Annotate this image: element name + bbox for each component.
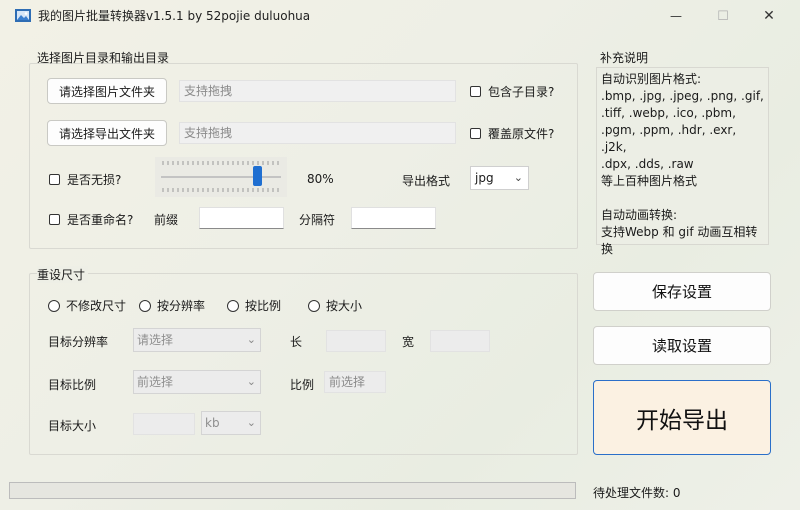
notes-line: .pgm, .ppm, .hdr, .exr, .j2k, (601, 123, 740, 154)
length-input[interactable] (326, 330, 386, 352)
choose-image-folder-button[interactable]: 请选择图片文件夹 (47, 78, 167, 104)
radio-circle[interactable] (48, 299, 60, 312)
radio-label: 不修改尺寸 (66, 299, 127, 313)
export-format-select[interactable]: jpg ⌄ (470, 166, 529, 190)
target-ratio-label: 目标比例 (48, 378, 97, 392)
target-ratio-select[interactable]: 前选择 ⌄ (133, 370, 261, 394)
target-size-label: 目标大小 (48, 419, 97, 433)
notes-line: 支持Webp 和 gif 动画互相转 (601, 225, 758, 239)
radio-no-resize[interactable]: 不修改尺寸 (48, 297, 126, 314)
start-export-button[interactable]: 开始导出 (593, 380, 771, 455)
image-folder-input[interactable]: 支持拖拽 (179, 80, 456, 102)
size-unit-value: kb (205, 416, 220, 430)
radio-label: 按比例 (245, 299, 282, 313)
close-button[interactable]: ✕ (746, 3, 792, 29)
quality-value: 80% (307, 172, 334, 186)
slider-ticks (161, 161, 281, 192)
chevron-down-icon: ⌄ (513, 171, 523, 184)
separator-input[interactable] (351, 207, 436, 229)
target-resolution-select[interactable]: 请选择 ⌄ (133, 328, 261, 352)
notes-line: .tiff, .webp, .ico, .pbm, (601, 106, 736, 120)
maximize-icon: ☐ (717, 8, 729, 24)
checkbox-box[interactable] (49, 174, 60, 185)
radio-by-size[interactable]: 按大小 (308, 297, 362, 314)
width-input[interactable] (430, 330, 490, 352)
output-folder-input[interactable]: 支持拖拽 (179, 122, 456, 144)
include-subdirs-checkbox[interactable]: 包含子目录? (470, 83, 554, 100)
progress-bar (9, 482, 576, 499)
checkbox-box[interactable] (49, 214, 60, 225)
lossless-label: 是否无损? (67, 173, 122, 187)
pending-files-count: 待处理文件数: 0 (593, 486, 681, 500)
title-bar: 我的图片批量转换器v1.5.1 by 52pojie duluohua — ☐ … (0, 0, 800, 32)
minimize-icon: — (670, 9, 682, 23)
radio-circle[interactable] (308, 299, 320, 312)
close-icon: ✕ (763, 8, 775, 24)
radio-circle[interactable] (227, 299, 239, 312)
length-label: 长 (290, 335, 303, 349)
notes-line: .dpx, .dds, .raw (601, 157, 694, 171)
save-settings-button[interactable]: 保存设置 (593, 272, 771, 311)
window-title: 我的图片批量转换器v1.5.1 by 52pojie duluohua (38, 9, 311, 23)
slider-thumb[interactable] (252, 166, 262, 186)
notes-line: 等上百种图片格式 (601, 174, 698, 188)
slider-track (161, 176, 281, 178)
include-subdirs-label: 包含子目录? (488, 85, 555, 99)
chevron-down-icon: ⌄ (246, 416, 256, 429)
overwrite-label: 覆盖原文件? (488, 127, 555, 141)
export-format-label: 导出格式 (402, 174, 451, 188)
checkbox-box[interactable] (470, 86, 481, 97)
dirs-group-title: 选择图片目录和输出目录 (37, 51, 170, 65)
size-unit-select[interactable]: kb ⌄ (201, 411, 261, 435)
notes-line: 换 (601, 242, 614, 256)
prefix-input[interactable] (199, 207, 284, 229)
app-icon (15, 9, 31, 22)
checkbox-box[interactable] (470, 128, 481, 139)
choose-output-folder-button[interactable]: 请选择导出文件夹 (47, 120, 167, 146)
export-format-value: jpg (475, 171, 494, 185)
load-settings-button[interactable]: 读取设置 (593, 326, 771, 365)
ratio-label: 比例 (290, 378, 315, 392)
radio-by-ratio[interactable]: 按比例 (227, 297, 281, 314)
overwrite-checkbox[interactable]: 覆盖原文件? (470, 125, 554, 142)
target-size-input[interactable] (133, 413, 195, 435)
maximize-button[interactable]: ☐ (700, 3, 746, 29)
quality-slider[interactable] (155, 157, 287, 197)
notes-line: 自动识别图片格式: (601, 72, 702, 86)
chevron-down-icon: ⌄ (246, 333, 256, 346)
ratio-input[interactable]: 前选择 (324, 371, 386, 393)
target-resolution-value: 请选择 (137, 333, 174, 347)
resize-group-title: 重设尺寸 (37, 266, 89, 283)
radio-label: 按分辨率 (157, 299, 206, 313)
lossless-checkbox[interactable]: 是否无损? (49, 171, 121, 188)
rename-label: 是否重命名? (67, 213, 134, 227)
radio-circle[interactable] (139, 299, 151, 312)
notes-line (601, 190, 764, 207)
notes-panel: 自动识别图片格式: .bmp, .jpg, .jpeg, .png, .gif,… (596, 67, 769, 256)
app-window: 我的图片批量转换器v1.5.1 by 52pojie duluohua — ☐ … (0, 0, 800, 510)
radio-label: 按大小 (326, 299, 363, 313)
minimize-button[interactable]: — (653, 3, 699, 29)
notes-title: 补充说明 (600, 51, 649, 65)
notes-line: .bmp, .jpg, .jpeg, .png, .gif, (601, 89, 764, 103)
target-resolution-label: 目标分辨率 (48, 335, 109, 349)
chevron-down-icon: ⌄ (246, 375, 256, 388)
prefix-label: 前缀 (154, 213, 179, 227)
rename-checkbox[interactable]: 是否重命名? (49, 211, 133, 228)
width-label: 宽 (402, 335, 415, 349)
target-ratio-value: 前选择 (137, 375, 174, 389)
radio-by-resolution[interactable]: 按分辨率 (139, 297, 205, 314)
notes-line: 自动动画转换: (601, 208, 678, 222)
separator-label: 分隔符 (299, 213, 336, 227)
